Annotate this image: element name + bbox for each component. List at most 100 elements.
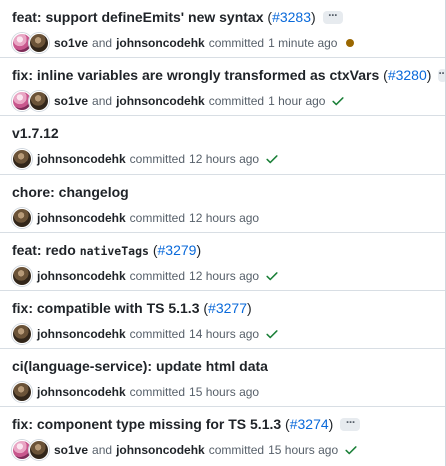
committed-text: committed <box>129 152 186 167</box>
author-link-johnsoncodehk[interactable]: johnsoncodehk <box>116 36 205 50</box>
check-status[interactable] <box>331 94 345 108</box>
check-icon <box>266 271 278 281</box>
and-text: and <box>92 94 113 109</box>
commit-meta-row: johnsoncodehk committed 15 hours ago <box>12 380 445 404</box>
expand-description-button[interactable]: ··· <box>340 416 361 431</box>
commit-meta-row: johnsoncodehk committed 14 hours ago <box>12 322 445 346</box>
author-link-so1ve[interactable]: so1ve <box>54 94 88 108</box>
commit-title-row: fix: compatible with TS 5.1.3 (#3277) <box>12 297 445 319</box>
commit-time[interactable]: 15 hours ago <box>268 443 338 457</box>
committed-text: committed <box>129 326 186 341</box>
commit-message-link[interactable]: chore: changelog <box>12 184 129 200</box>
committed-text: committed <box>208 36 265 50</box>
expand-description-button[interactable]: ··· <box>438 67 445 82</box>
committed-text: committed <box>129 385 186 400</box>
pr-paren-close: ) <box>246 299 252 316</box>
avatar-johnsoncodehk[interactable] <box>12 265 32 286</box>
pr-paren-open: ( <box>148 241 158 258</box>
check-status[interactable] <box>265 269 279 283</box>
pr-paren-open: ( <box>263 9 273 25</box>
author-link-johnsoncodehk[interactable]: johnsoncodehk <box>37 327 126 341</box>
commit-title-row: ci(language-service): update html data <box>12 355 445 377</box>
pr-paren-close: ) <box>328 416 334 433</box>
avatar-stack <box>12 323 32 344</box>
check-icon <box>345 446 357 455</box>
commit-item: fix: inline variables are wrongly transf… <box>0 58 445 117</box>
pull-request-link[interactable]: #3279 <box>158 242 197 258</box>
avatar-stack <box>12 265 32 286</box>
commit-time[interactable]: 14 hours ago <box>189 327 259 341</box>
pull-request-link[interactable]: #3277 <box>208 300 247 316</box>
pr-paren-close: ) <box>311 9 316 25</box>
check-status[interactable] <box>344 443 358 457</box>
commit-title-row: chore: changelog <box>12 181 445 203</box>
avatar-stack <box>12 440 49 461</box>
committed-text: committed <box>208 443 265 458</box>
commit-list: feat: support defineEmits' new syntax (#… <box>0 0 446 466</box>
commit-title-row: feat: support defineEmits' new syntax (#… <box>12 6 445 28</box>
and-text: and <box>92 443 113 458</box>
avatar-johnsoncodehk[interactable] <box>12 149 32 170</box>
avatar-stack <box>12 382 32 403</box>
check-status[interactable] <box>265 327 279 341</box>
author-link-johnsoncodehk[interactable]: johnsoncodehk <box>37 152 126 166</box>
commit-message-link[interactable]: fix: inline variables are wrongly transf… <box>12 67 379 83</box>
commit-time[interactable]: 12 hours ago <box>189 211 259 225</box>
commit-time[interactable]: 1 hour ago <box>268 94 325 108</box>
avatar-johnsoncodehk[interactable] <box>29 33 49 53</box>
commit-title-row: feat: redo nativeTags (#3279) <box>12 239 445 261</box>
avatar-johnsoncodehk[interactable] <box>12 382 32 403</box>
commit-meta-row: johnsoncodehk committed 12 hours ago <box>12 264 445 288</box>
check-status[interactable] <box>265 152 279 166</box>
avatar-johnsoncodehk[interactable] <box>29 91 49 112</box>
check-icon <box>266 155 278 164</box>
check-icon <box>266 330 278 339</box>
expand-description-button[interactable]: ··· <box>322 9 343 24</box>
avatar-stack <box>12 149 32 170</box>
author-link-johnsoncodehk[interactable]: johnsoncodehk <box>37 211 126 225</box>
commit-time[interactable]: 15 hours ago <box>189 385 259 399</box>
avatar-johnsoncodehk[interactable] <box>29 440 49 461</box>
and-text: and <box>92 36 113 50</box>
commit-meta-row: so1ve and johnsoncodehk committed 15 hou… <box>12 438 445 462</box>
author-link-johnsoncodehk[interactable]: johnsoncodehk <box>116 443 205 457</box>
commit-message-link[interactable]: fix: compatible with TS 5.1.3 <box>12 300 199 316</box>
author-link-johnsoncodehk[interactable]: johnsoncodehk <box>116 94 205 108</box>
commit-time[interactable]: 1 minute ago <box>268 36 337 50</box>
commit-message-link[interactable]: feat: redo nativeTags <box>12 242 149 258</box>
avatar-johnsoncodehk[interactable] <box>12 207 32 228</box>
commit-message-code: nativeTags <box>79 243 149 258</box>
commit-meta-row: johnsoncodehk committed 12 hours ago <box>12 147 445 171</box>
check-icon <box>332 97 345 106</box>
commit-message-text: feat: redo <box>12 241 76 258</box>
commit-item: feat: support defineEmits' new syntax (#… <box>0 0 445 59</box>
pr-paren-close: ) <box>426 67 432 84</box>
pull-request-link[interactable]: #3283 <box>272 9 311 25</box>
author-link-johnsoncodehk[interactable]: johnsoncodehk <box>37 385 126 399</box>
commit-time[interactable]: 12 hours ago <box>189 152 259 166</box>
commit-message-link[interactable]: v1.7.12 <box>12 125 59 141</box>
author-link-so1ve[interactable]: so1ve <box>54 443 88 457</box>
committed-text: committed <box>129 268 186 283</box>
pull-request-link[interactable]: #3280 <box>388 67 427 83</box>
commit-message-link[interactable]: feat: support defineEmits' new syntax <box>12 9 264 25</box>
commit-time[interactable]: 12 hours ago <box>189 269 259 283</box>
author-link-so1ve[interactable]: so1ve <box>54 36 88 50</box>
avatar-stack <box>12 33 49 53</box>
commit-item: fix: component type missing for TS 5.1.3… <box>0 407 445 465</box>
commit-meta-row: so1ve and johnsoncodehk committed 1 hour… <box>12 89 445 113</box>
pr-paren-open: ( <box>281 416 290 433</box>
commit-item: ci(language-service): update html data j… <box>0 349 445 408</box>
pr-paren-close: ) <box>196 241 202 258</box>
pending-status[interactable] <box>343 39 355 47</box>
commit-message-link[interactable]: fix: component type missing for TS 5.1.3 <box>12 416 281 432</box>
committed-text: committed <box>129 210 186 225</box>
author-link-johnsoncodehk[interactable]: johnsoncodehk <box>37 269 126 283</box>
pull-request-link[interactable]: #3274 <box>290 416 329 432</box>
commit-message-link[interactable]: ci(language-service): update html data <box>12 358 268 374</box>
commit-item: v1.7.12 johnsoncodehk committed 12 hours… <box>0 116 445 175</box>
commit-meta-row: so1ve and johnsoncodehk committed 1 minu… <box>12 31 445 55</box>
pr-paren-open: ( <box>199 299 209 316</box>
commit-title-row: fix: component type missing for TS 5.1.3… <box>12 413 445 435</box>
avatar-johnsoncodehk[interactable] <box>12 323 32 344</box>
